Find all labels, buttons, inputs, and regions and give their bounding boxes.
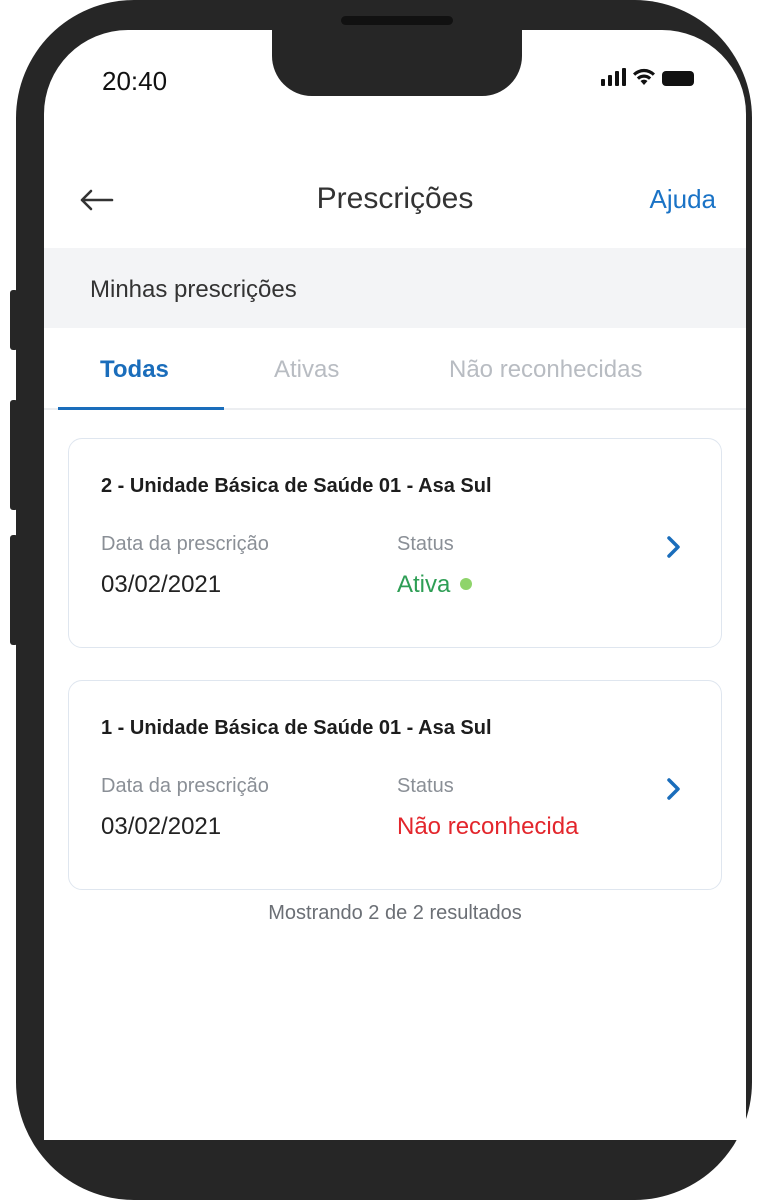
date-label: Data da prescrição — [101, 533, 269, 555]
status-label: Status — [397, 533, 454, 555]
help-link[interactable]: Ajuda — [650, 184, 717, 215]
status-label: Status — [397, 775, 454, 797]
status-value: Ativa — [397, 571, 473, 599]
active-tab-indicator — [58, 407, 224, 410]
status-value: Não reconhecida — [397, 813, 579, 840]
tab-nao-reconhecidas[interactable]: Não reconhecidas — [449, 356, 642, 384]
volume-up-button — [10, 400, 18, 510]
results-count: Mostrando 2 de 2 resultados — [268, 902, 522, 924]
notch — [272, 30, 522, 96]
section-title: Minhas prescrições — [90, 276, 297, 303]
date-label: Data da prescrição — [101, 775, 269, 797]
status-time: 20:40 — [102, 66, 168, 96]
page-title: Prescrições — [316, 182, 474, 215]
prescription-date: 03/02/2021 — [101, 813, 222, 840]
section-header: Minhas prescrições — [44, 248, 746, 328]
prescription-date: 03/02/2021 — [101, 571, 222, 598]
speaker-grille — [341, 16, 453, 25]
filter-tabs: Todas Ativas Não reconhecidas — [44, 328, 746, 410]
signal-icon — [601, 68, 626, 86]
prescription-card[interactable]: 1 - Unidade Básica de Saúde 01 - Asa Sul… — [68, 680, 722, 890]
tab-todas[interactable]: Todas — [100, 356, 169, 384]
chevron-right-icon[interactable] — [661, 533, 685, 561]
prescription-title: 2 - Unidade Básica de Saúde 01 - Asa Sul — [101, 475, 492, 497]
chevron-right-icon[interactable] — [661, 775, 685, 803]
tab-ativas[interactable]: Ativas — [274, 356, 339, 384]
phone-screen: 20:40 Prescrições Ajuda Minhas prescriçõ… — [44, 30, 746, 1140]
prescription-card[interactable]: 2 - Unidade Básica de Saúde 01 - Asa Sul… — [68, 438, 722, 648]
volume-down-button — [10, 535, 18, 645]
wifi-icon — [633, 68, 655, 85]
prescription-title: 1 - Unidade Básica de Saúde 01 - Asa Sul — [101, 717, 492, 739]
status-icons — [601, 68, 694, 86]
status-text: Ativa — [397, 571, 451, 598]
status-dot-icon — [460, 577, 473, 590]
mute-switch — [10, 290, 18, 350]
battery-icon — [662, 71, 694, 86]
app-header: Prescrições Ajuda — [44, 170, 746, 230]
